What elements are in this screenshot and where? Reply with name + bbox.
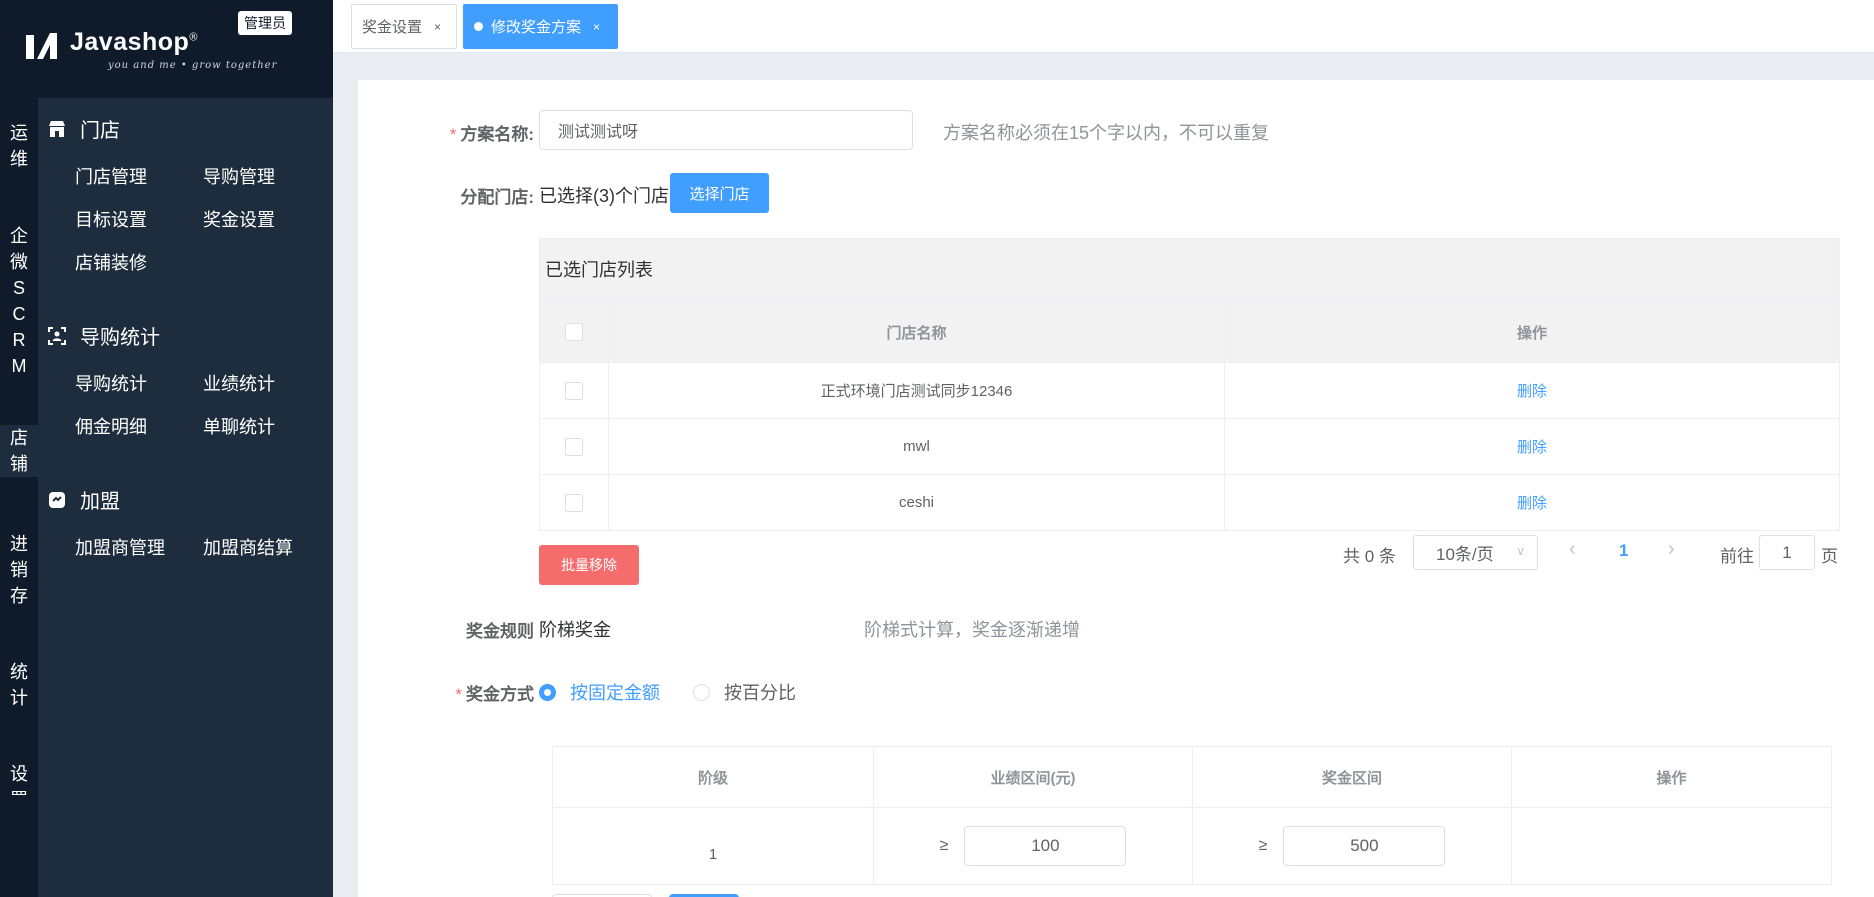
radio-fixed-amount[interactable]: 按固定金额 <box>539 679 660 705</box>
prev-page-button[interactable]: ‹ <box>1569 538 1576 561</box>
ge-symbol: ≥ <box>939 837 949 854</box>
store-name-cell: 正式环境门店测试同步12346 <box>609 363 1225 418</box>
select-all-checkbox[interactable] <box>565 323 583 341</box>
nav-item-settings[interactable]: 设置 <box>0 761 38 795</box>
logo-slogan: you and me • grow together <box>108 60 278 71</box>
tier-level-cell: 1 <box>553 808 874 884</box>
close-icon[interactable]: × <box>593 20 600 34</box>
bonus-rule-hint: 阶梯式计算，奖金逐渐递增 <box>864 620 1080 640</box>
bonus-rule-value: 阶梯奖金 <box>539 620 611 640</box>
perf-threshold-input[interactable] <box>964 826 1127 866</box>
table-row: ceshi 删除 <box>540 474 1839 530</box>
bonus-method-label: * 奖金方式 <box>455 685 534 704</box>
assign-store-label: 分配门店: <box>460 188 534 207</box>
column-header-bonus-range: 奖金区间 <box>1193 747 1512 807</box>
current-page[interactable]: 1 <box>1619 541 1628 561</box>
ge-symbol: ≥ <box>1258 837 1268 854</box>
group-title-guide-stats: 导购统计 <box>48 321 160 350</box>
active-dot-icon <box>474 22 483 31</box>
page-size-select[interactable]: 10条/页 ∨ <box>1413 535 1538 570</box>
plan-name-label: * 方案名称: <box>449 125 534 144</box>
sub-link-commission[interactable]: 佣金明细 <box>75 413 147 439</box>
selected-store-table: 已选门店列表 门店名称 操作 正式环境门店测试同步12346 删除 mwl 删除… <box>539 238 1840 531</box>
table-row: 正式环境门店测试同步12346 删除 <box>540 362 1839 418</box>
store-icon <box>49 120 65 137</box>
row-checkbox[interactable] <box>565 493 583 512</box>
column-header-action: 操作 <box>1656 769 1687 787</box>
tier-action-cell <box>1512 808 1831 884</box>
column-header-level: 阶级 <box>553 747 874 807</box>
sub-link-store-decor[interactable]: 店铺装修 <box>75 249 147 275</box>
main-content: *方案名称: 方案名称必须在15个字以内，不可以重复 分配门店: 已选择(3)个… <box>358 80 1874 897</box>
bonus-rule-label: 奖金规则 <box>466 622 534 641</box>
tab-edit-bonus-plan[interactable]: 修改奖金方案 × <box>463 4 618 49</box>
logo-area: Javashop® you and me • grow together 管理员 <box>0 0 333 98</box>
sub-nav: 门店 门店管理 导购管理 目标设置 奖金设置 店铺装修 导购统计 导购统计 业绩… <box>38 98 333 897</box>
nav-item-inventory[interactable]: 进销存 <box>0 531 38 609</box>
perf-range-cell: ≥ <box>874 808 1193 884</box>
row-checkbox[interactable] <box>565 437 583 456</box>
sub-link-store-manage[interactable]: 门店管理 <box>75 163 147 189</box>
group-title-store: 门店 <box>48 114 120 143</box>
next-page-button[interactable]: › <box>1668 538 1675 561</box>
javashop-logo-icon <box>26 33 57 59</box>
table-header: 阶级 业绩区间(元) 奖金区间 操作 <box>553 747 1831 808</box>
required-mark: * <box>455 685 462 704</box>
column-header-store-name: 门店名称 <box>609 302 1225 362</box>
logo-text: Javashop® <box>70 28 198 56</box>
goto-label: 前往 <box>1720 547 1754 566</box>
franchise-icon <box>49 491 65 508</box>
sub-link-chat-stats[interactable]: 单聊统计 <box>203 413 275 439</box>
table-row: 1 ≥ ≥ <box>553 808 1831 884</box>
nav-item-store[interactable]: 店铺 <box>0 425 38 477</box>
sub-link-franchisee-manage[interactable]: 加盟商管理 <box>75 534 165 560</box>
sub-link-perf-stats[interactable]: 业绩统计 <box>203 370 275 396</box>
tab-bonus-setting[interactable]: 奖金设置 × <box>351 4 457 49</box>
chevron-down-icon: ∨ <box>1516 544 1525 558</box>
user-frame-icon <box>48 326 66 345</box>
nav-item-ops[interactable]: 运维 <box>0 120 38 172</box>
plan-name-input[interactable] <box>539 110 913 150</box>
store-name-cell: ceshi <box>609 475 1225 530</box>
row-checkbox[interactable] <box>565 381 583 400</box>
sub-link-franchisee-settle[interactable]: 加盟商结算 <box>203 534 293 560</box>
table-caption: 已选门店列表 <box>540 239 1839 301</box>
goto-page-input[interactable] <box>1759 535 1815 570</box>
plan-name-hint: 方案名称必须在15个字以内，不可以重复 <box>943 123 1270 143</box>
delete-link[interactable]: 删除 <box>1517 492 1547 513</box>
close-icon[interactable]: × <box>434 20 441 34</box>
table-row: mwl 删除 <box>540 418 1839 474</box>
main-nav: 运维 企微SCRM 店铺 进销存 统计 设置 <box>0 98 38 897</box>
column-header-action: 操作 <box>1516 324 1547 342</box>
sub-link-guide-manage[interactable]: 导购管理 <box>203 163 275 189</box>
bonus-range-cell: ≥ <box>1193 808 1512 884</box>
delete-link[interactable]: 删除 <box>1517 436 1547 457</box>
group-title-franchise: 加盟 <box>48 485 120 514</box>
sub-link-target-setting[interactable]: 目标设置 <box>75 206 147 232</box>
nav-item-scrm[interactable]: 企微SCRM <box>0 223 38 379</box>
admin-badge[interactable]: 管理员 <box>238 11 292 35</box>
pagination-total: 共 0 条 <box>1343 547 1396 566</box>
column-header-perf-range: 业绩区间(元) <box>874 747 1193 807</box>
tab-bar: 奖金设置 × 修改奖金方案 × <box>333 0 1874 53</box>
sub-link-guide-stats[interactable]: 导购统计 <box>75 370 147 396</box>
nav-item-stats[interactable]: 统计 <box>0 659 38 711</box>
select-store-button[interactable]: 选择门店 <box>670 173 769 213</box>
tier-table: 阶级 业绩区间(元) 奖金区间 操作 1 ≥ ≥ <box>552 746 1832 885</box>
radio-unchecked-icon <box>693 683 710 701</box>
radio-percentage[interactable]: 按百分比 <box>693 679 796 705</box>
radio-checked-icon <box>539 683 556 701</box>
required-mark: * <box>449 125 457 144</box>
bonus-amount-input[interactable] <box>1283 826 1446 866</box>
table-header: 门店名称 操作 <box>540 301 1839 362</box>
batch-remove-button[interactable]: 批量移除 <box>539 545 639 585</box>
page-suffix: 页 <box>1821 547 1838 566</box>
selected-store-count: 已选择(3)个门店 <box>539 186 669 206</box>
sub-link-bonus-setting[interactable]: 奖金设置 <box>203 206 275 232</box>
delete-link[interactable]: 删除 <box>1517 380 1547 401</box>
store-name-cell: mwl <box>609 419 1225 474</box>
